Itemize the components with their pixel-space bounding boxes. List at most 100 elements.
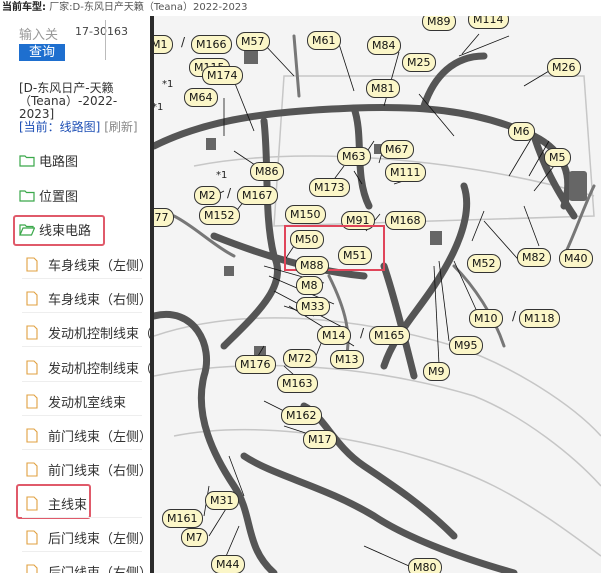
tag-m118[interactable]: M118 xyxy=(519,309,560,328)
tree-file-rear-door-left[interactable]: 后门线束（左侧） xyxy=(26,524,150,550)
slash-separator: / xyxy=(181,35,186,49)
tag-m165[interactable]: M165 xyxy=(369,326,410,345)
tag-m14[interactable]: M14 xyxy=(317,326,351,345)
tag-m114[interactable]: M114 xyxy=(468,16,509,29)
tag-m150[interactable]: M150 xyxy=(285,205,326,224)
search-divider xyxy=(105,20,106,60)
tag-m51[interactable]: M51 xyxy=(338,246,372,265)
tag-m152[interactable]: M152 xyxy=(199,206,240,225)
tree-file-label: 前门线束（左侧） xyxy=(48,429,150,445)
tag-m9[interactable]: M9 xyxy=(423,362,450,381)
tag-m77[interactable]: M77 xyxy=(154,208,174,227)
row-separator xyxy=(22,346,142,347)
tree-file-engine-room[interactable]: 发动机室线束 xyxy=(26,388,126,414)
tag-m5[interactable]: M5 xyxy=(544,148,571,167)
file-icon xyxy=(26,290,38,306)
tag-m166[interactable]: M166 xyxy=(191,35,232,54)
tag-m44[interactable]: M44 xyxy=(211,555,245,573)
tag-m17[interactable]: M17 xyxy=(303,430,337,449)
tag-m7[interactable]: M7 xyxy=(181,528,208,547)
tree-file-label: 发动机控制线束（ xyxy=(48,326,150,342)
tag-m81[interactable]: M81 xyxy=(366,79,400,98)
tree-file-main-harness[interactable]: 主线束 xyxy=(26,490,87,516)
tag-m26[interactable]: M26 xyxy=(547,58,581,77)
tag-m80[interactable]: M80 xyxy=(408,558,442,573)
current-model-label: 当前车型: xyxy=(2,2,46,13)
tag-m162[interactable]: M162 xyxy=(281,406,322,425)
tree-folder-harness[interactable]: 线束电路 xyxy=(19,216,91,242)
tag-m8[interactable]: M8 xyxy=(296,276,323,295)
top-status-bar: 当前车型: 厂家:D-东风日产天籁（Teana）2022-2023 xyxy=(0,0,601,16)
tree-file-label: 前门线束（右侧） xyxy=(48,463,150,479)
sidebar: 输入关 17-30163 查询 [D-东风日产-天籁（Teana）-2022-2… xyxy=(0,16,150,573)
tag-m64[interactable]: M64 xyxy=(184,88,218,107)
tag-m2[interactable]: M2 xyxy=(194,186,221,205)
tag-m13[interactable]: M13 xyxy=(330,350,364,369)
tag-m95[interactable]: M95 xyxy=(449,336,483,355)
tree-folder-circuit[interactable]: 电路图 xyxy=(19,147,78,173)
tag-m50[interactable]: M50 xyxy=(290,230,324,249)
row-separator xyxy=(22,312,142,313)
tree-folder-location[interactable]: 位置图 xyxy=(19,182,78,208)
tag-m10[interactable]: M10 xyxy=(469,309,503,328)
file-icon xyxy=(26,461,38,477)
tag-m84[interactable]: M84 xyxy=(367,36,401,55)
tag-m173[interactable]: M173 xyxy=(309,178,350,197)
tree-file-rear-door-right[interactable]: 后门线束（右侧） xyxy=(26,558,150,573)
tree-file-label: 主线束 xyxy=(48,497,88,513)
harness-drawing xyxy=(154,33,601,573)
current-view-label: [当前：线路图] xyxy=(19,120,101,134)
current-view: [当前：线路图] [刷新] xyxy=(19,121,147,134)
tree-file-label: 发动机室线束 xyxy=(48,395,127,411)
note-star: *1 xyxy=(154,102,164,113)
tag-m89[interactable]: M89 xyxy=(422,16,456,31)
tag-m33[interactable]: M33 xyxy=(296,297,330,316)
tree-file-front-door-right[interactable]: 前门线束（右侧） xyxy=(26,456,150,482)
tag-m167[interactable]: M167 xyxy=(237,186,278,205)
tag-m111[interactable]: M111 xyxy=(385,163,426,182)
query-button[interactable]: 查询 xyxy=(19,44,65,61)
tag-m1[interactable]: M1 xyxy=(154,35,173,54)
row-separator xyxy=(22,278,142,279)
tree-file-label: 车身线束（左侧） xyxy=(48,258,150,274)
harness-diagram: M89 M114 M1 / M166 M57 M61 M84 M25 M26 M… xyxy=(154,16,601,573)
note-star: *1 xyxy=(216,170,228,181)
tree-file-label: 发动机控制线束（ xyxy=(48,361,150,377)
tree-file-body-left[interactable]: 车身线束（左侧） xyxy=(26,251,150,277)
search-input[interactable]: 17-30163 xyxy=(75,25,128,38)
tag-m52[interactable]: M52 xyxy=(467,254,501,273)
tag-m63[interactable]: M63 xyxy=(337,147,371,166)
tag-m40[interactable]: M40 xyxy=(559,249,593,268)
tree-file-label: 车身线束（右侧） xyxy=(48,292,150,308)
tag-m176[interactable]: M176 xyxy=(235,355,276,374)
tag-m174[interactable]: M174 xyxy=(202,66,243,85)
tag-m86[interactable]: M86 xyxy=(250,162,284,181)
vehicle-info: [D-东风日产-天籁（Teana）-2022-2023] xyxy=(19,81,118,121)
file-icon xyxy=(26,563,38,573)
tree-file-label: 后门线束（左侧） xyxy=(48,531,150,547)
file-icon xyxy=(26,529,38,545)
tag-m168[interactable]: M168 xyxy=(385,211,426,230)
tag-m57[interactable]: M57 xyxy=(236,32,270,51)
tag-m88[interactable]: M88 xyxy=(295,256,329,275)
slash-separator: / xyxy=(227,186,232,200)
tag-m163[interactable]: M163 xyxy=(277,374,318,393)
refresh-link[interactable]: [刷新] xyxy=(104,120,137,134)
tree-file-engine-control-2[interactable]: 发动机控制线束（ xyxy=(26,354,150,380)
tag-m61[interactable]: M61 xyxy=(307,31,341,50)
tag-m67[interactable]: M67 xyxy=(380,140,414,159)
tree-file-body-right[interactable]: 车身线束（右侧） xyxy=(26,285,150,311)
row-separator xyxy=(22,381,142,382)
file-icon xyxy=(26,495,38,511)
tag-m72[interactable]: M72 xyxy=(283,349,317,368)
tree-folder-label: 电路图 xyxy=(39,154,79,170)
tag-m161[interactable]: M161 xyxy=(162,509,203,528)
tree-file-engine-control-1[interactable]: 发动机控制线束（ xyxy=(26,319,150,345)
note-star: *1 xyxy=(162,79,174,90)
tag-m25[interactable]: M25 xyxy=(402,53,436,72)
row-separator xyxy=(22,449,142,450)
tag-m31[interactable]: M31 xyxy=(205,491,239,510)
tag-m82[interactable]: M82 xyxy=(517,248,551,267)
tree-file-front-door-left[interactable]: 前门线束（左侧） xyxy=(26,422,150,448)
tag-m6[interactable]: M6 xyxy=(508,122,535,141)
